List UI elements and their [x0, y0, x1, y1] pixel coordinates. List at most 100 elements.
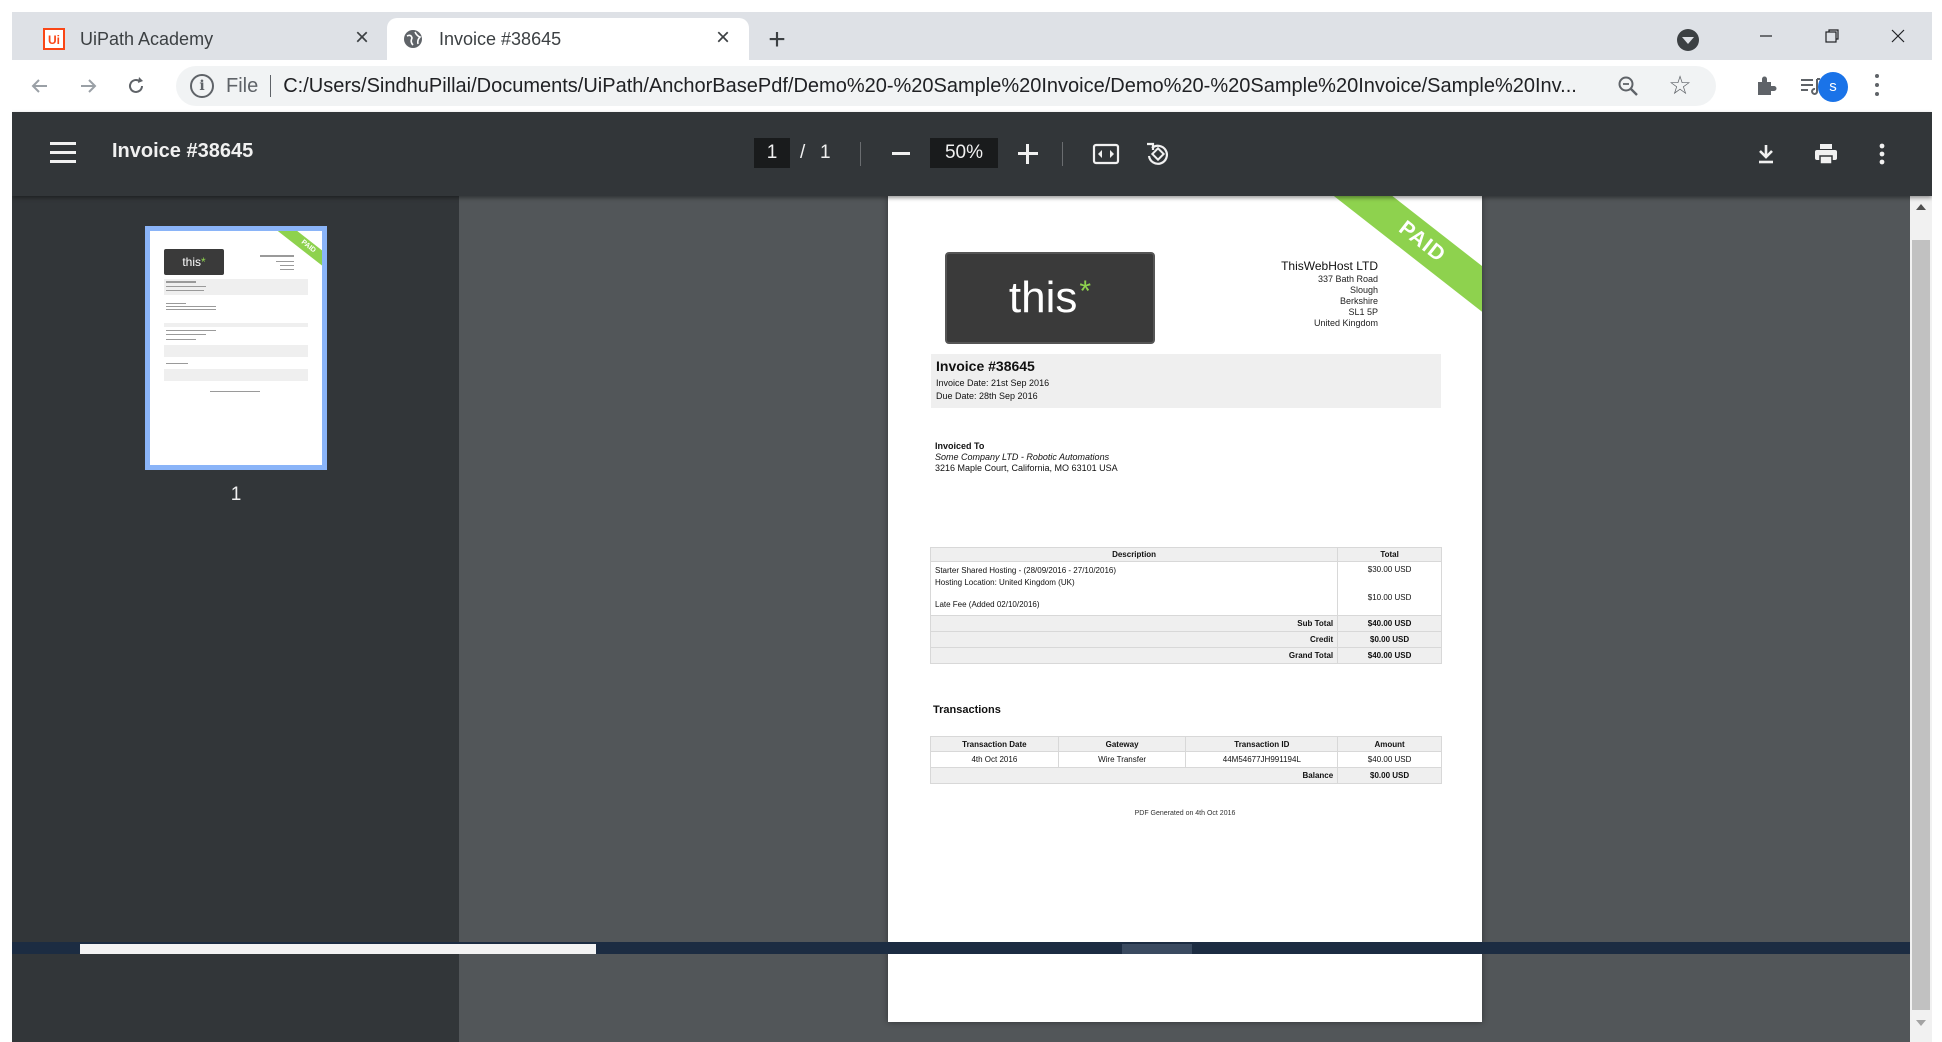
- taskbar-strip: [12, 942, 1910, 954]
- thumbnail-logo: this*: [164, 249, 224, 275]
- table-row: Grand Total $40.00 USD: [929, 647, 1442, 664]
- company-address-line: SL1 5P: [1348, 307, 1378, 317]
- new-tab-icon[interactable]: +: [762, 25, 792, 56]
- invoice-header: Invoice #38645 Invoice Date: 21st Sep 20…: [931, 354, 1441, 408]
- thumbnail-transactions-block: [164, 369, 308, 381]
- bookmark-star-icon[interactable]: ☆: [1666, 72, 1694, 100]
- pdf-more-icon[interactable]: [1868, 140, 1896, 168]
- thumbnail-line: [166, 306, 216, 307]
- thumbnail-line: [166, 330, 216, 331]
- zoom-input[interactable]: 50%: [930, 138, 998, 168]
- tab-title: UiPath Academy: [80, 28, 214, 49]
- transaction-id-header: Transaction ID: [1185, 736, 1339, 752]
- pdf-title: Invoice #38645: [112, 140, 254, 162]
- zoom-magnifier-icon[interactable]: [1616, 74, 1640, 98]
- pdf-toolbar: Invoice #38645 1 / 1 50%: [12, 112, 1932, 196]
- sidebar-menu-icon[interactable]: [50, 142, 76, 164]
- scroll-down-icon[interactable]: [1916, 1020, 1926, 1026]
- items-table: Description Total Starter Shared Hosting…: [929, 547, 1442, 664]
- thumbnail-line: [166, 286, 206, 287]
- page-thumbnail[interactable]: PAID this*: [145, 226, 327, 470]
- item-total: [1337, 575, 1442, 590]
- tab-title: Invoice #38645: [439, 28, 562, 49]
- back-icon[interactable]: [26, 72, 54, 100]
- transaction-gateway: Wire Transfer: [1057, 751, 1187, 768]
- transaction-id: 44M54677JH991194L: [1185, 751, 1339, 768]
- invoice-number: Invoice #38645: [936, 358, 1035, 374]
- window-close-icon[interactable]: [1878, 22, 1918, 50]
- url-text[interactable]: C:/Users/SindhuPillai/Documents/UiPath/A…: [283, 75, 1623, 98]
- tab-strip: Ui UiPath Academy × Invoice #38645 × +: [12, 12, 1932, 60]
- tab-search-icon[interactable]: [1677, 29, 1699, 51]
- tab-close-icon[interactable]: ×: [350, 26, 374, 51]
- uipath-favicon-icon: Ui: [42, 27, 66, 51]
- company-address-line: Berkshire: [1339, 296, 1378, 306]
- company-address: ThisWebHost LTD 337 Bath Road Slough Ber…: [1281, 258, 1378, 329]
- table-row: Sub Total $40.00 USD: [929, 615, 1442, 632]
- print-icon[interactable]: [1812, 140, 1840, 168]
- minimize-icon[interactable]: [1746, 22, 1786, 50]
- summary-value: $40.00 USD: [1337, 615, 1442, 632]
- summary-label: Sub Total: [929, 615, 1339, 632]
- description-header: Description: [929, 547, 1339, 562]
- taskbar-item[interactable]: [1122, 944, 1192, 954]
- transactions-header: Transaction Date Gateway Transaction ID …: [930, 736, 1442, 752]
- item-description: Hosting Location: United Kingdom (UK): [929, 575, 1339, 590]
- item-description: Starter Shared Hosting - (28/09/2016 - 2…: [929, 561, 1339, 576]
- pdf-page: PAID this * ThisWebHost LTD 337 Bath Road…: [888, 196, 1482, 1022]
- thumbnail-line: [166, 309, 216, 310]
- thumbnail-page-number: 1: [230, 484, 242, 505]
- items-table-header: Description Total: [929, 547, 1442, 562]
- amount-header: Amount: [1337, 736, 1442, 752]
- company-name: ThisWebHost LTD: [1281, 259, 1378, 273]
- download-icon[interactable]: [1752, 140, 1780, 168]
- invoiced-to: Invoiced To Some Company LTD - Robotic A…: [935, 441, 1118, 474]
- scrollbar-thumb[interactable]: [1912, 240, 1930, 1010]
- company-address-line: Slough: [1349, 285, 1378, 295]
- browser-toolbar: i File C:/Users/SindhuPillai/Documents/U…: [12, 60, 1932, 112]
- page-number-input[interactable]: 1: [754, 138, 790, 168]
- globe-icon: [401, 27, 425, 51]
- extensions-puzzle-icon[interactable]: [1752, 72, 1780, 100]
- transaction-date: 4th Oct 2016: [930, 751, 1059, 768]
- tab-invoice[interactable]: Invoice #38645 ×: [387, 18, 749, 60]
- thumbnail-summary-block: [164, 345, 308, 357]
- toolbar-divider: [860, 142, 861, 166]
- transactions-table: Transaction Date Gateway Transaction ID …: [929, 736, 1442, 784]
- thumbnail-line: [276, 261, 294, 262]
- company-address-line: United Kingdom: [1313, 318, 1378, 328]
- profile-avatar[interactable]: s: [1818, 72, 1848, 102]
- table-row: 4th Oct 2016 Wire Transfer 44M54677JH991…: [930, 751, 1442, 768]
- thumbnail-line: [280, 269, 294, 270]
- thumbnail-line: [210, 391, 260, 392]
- address-bar[interactable]: i File C:/Users/SindhuPillai/Documents/U…: [176, 66, 1716, 106]
- reload-icon[interactable]: [122, 72, 150, 100]
- thumbnail-line: [166, 281, 196, 283]
- rotate-icon[interactable]: [1144, 140, 1172, 168]
- total-header: Total: [1337, 547, 1442, 562]
- page-separator: /: [800, 142, 806, 163]
- svg-text:Ui: Ui: [48, 33, 60, 47]
- scroll-up-icon[interactable]: [1916, 204, 1926, 210]
- summary-label: Grand Total: [929, 647, 1339, 664]
- browser-menu-icon[interactable]: [1874, 74, 1880, 98]
- tab-uipath-academy[interactable]: Ui UiPath Academy ×: [28, 18, 388, 60]
- forward-icon[interactable]: [74, 72, 102, 100]
- zoom-out-icon[interactable]: [892, 152, 910, 155]
- tab-close-icon[interactable]: ×: [711, 26, 735, 51]
- thumbnail-line: [280, 265, 294, 266]
- thumbnail-line: [166, 363, 188, 364]
- thumbnail-table-header: [164, 323, 308, 327]
- browser-window: Ui UiPath Academy × Invoice #38645 × + i…: [12, 12, 1932, 1042]
- transaction-date-header: Transaction Date: [930, 736, 1059, 752]
- invoice-date: Invoice Date: 21st Sep 2016: [936, 378, 1050, 388]
- thumbnail-line: [166, 303, 186, 304]
- url-scheme: File: [226, 74, 259, 97]
- fit-to-page-icon[interactable]: [1092, 140, 1120, 168]
- thumbnail-line: [166, 339, 196, 340]
- taskbar-search[interactable]: [80, 944, 596, 954]
- zoom-in-icon[interactable]: [1018, 144, 1038, 164]
- vertical-scrollbar[interactable]: [1910, 196, 1932, 1042]
- restore-icon[interactable]: [1812, 22, 1852, 50]
- site-info-icon[interactable]: i: [190, 74, 214, 98]
